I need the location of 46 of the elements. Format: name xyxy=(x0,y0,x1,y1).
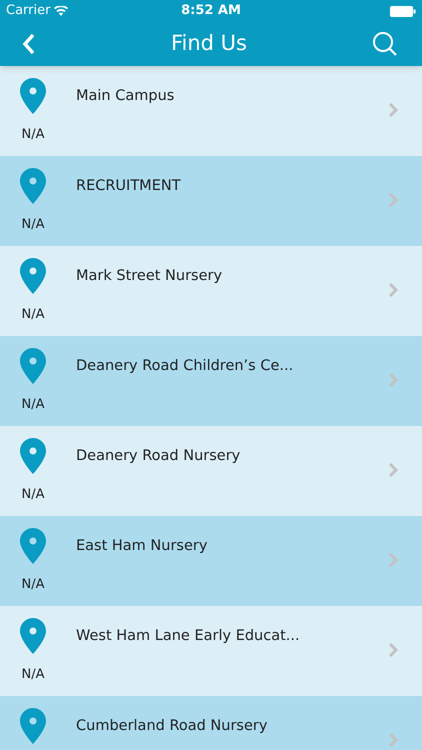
location-name: West Ham Lane Early Educat... xyxy=(76,627,301,646)
location-pin-icon xyxy=(20,168,46,204)
location-row[interactable]: N/A Mark Street Nursery xyxy=(0,246,422,336)
location-name: Main Campus xyxy=(76,87,176,106)
location-pin-icon xyxy=(20,438,46,474)
page-title: Find Us xyxy=(170,30,247,58)
chevron-icon xyxy=(388,102,398,118)
location-pin-icon xyxy=(20,618,46,654)
chevron-icon xyxy=(388,462,398,478)
distance-label: N/A xyxy=(22,396,44,414)
location-row[interactable]: N/A RECRUITMENT xyxy=(0,156,422,246)
chevron-icon xyxy=(388,552,398,568)
wifi-icon xyxy=(54,6,68,16)
back-chevron-icon xyxy=(22,33,36,55)
distance-label: N/A xyxy=(22,486,44,504)
location-pin-icon xyxy=(20,708,46,744)
distance-label: N/A xyxy=(22,126,44,144)
search-icon xyxy=(372,31,398,57)
location-row[interactable]: N/A West Ham Lane Early Educat... xyxy=(0,606,422,696)
distance-label: N/A xyxy=(22,666,44,684)
location-row[interactable]: N/A Deanery Road Nursery xyxy=(0,426,422,516)
chevron-icon xyxy=(388,282,398,298)
battery-icon xyxy=(390,6,416,16)
location-row[interactable]: N/A Deanery Road Children’s Ce... xyxy=(0,336,422,426)
location-row[interactable]: N/A East Ham Nursery xyxy=(0,516,422,606)
chevron-icon xyxy=(388,372,398,388)
location-name: Mark Street Nursery xyxy=(76,267,224,286)
location-row[interactable]: Cumberland Road Nursery xyxy=(0,696,422,750)
status-time: 8:52 AM xyxy=(181,2,241,20)
location-pin-icon xyxy=(20,78,46,114)
location-pin-icon xyxy=(20,528,46,564)
location-pin-icon xyxy=(20,258,46,294)
location-name: East Ham Nursery xyxy=(76,537,208,556)
location-name: Deanery Road Children’s Ce... xyxy=(76,357,294,376)
distance-label: N/A xyxy=(22,216,44,234)
distance-label: N/A xyxy=(22,576,44,594)
location-row[interactable]: N/A Main Campus xyxy=(0,66,422,156)
chevron-icon xyxy=(388,192,398,208)
carrier-label: Carrier xyxy=(6,2,50,20)
distance-label: N/A xyxy=(22,306,44,324)
location-name: Deanery Road Nursery xyxy=(76,447,242,466)
location-name: RECRUITMENT xyxy=(76,177,182,196)
location-name: Cumberland Road Nursery xyxy=(76,717,268,736)
chevron-icon xyxy=(388,642,398,658)
location-pin-icon xyxy=(20,348,46,384)
chevron-icon xyxy=(388,732,398,748)
